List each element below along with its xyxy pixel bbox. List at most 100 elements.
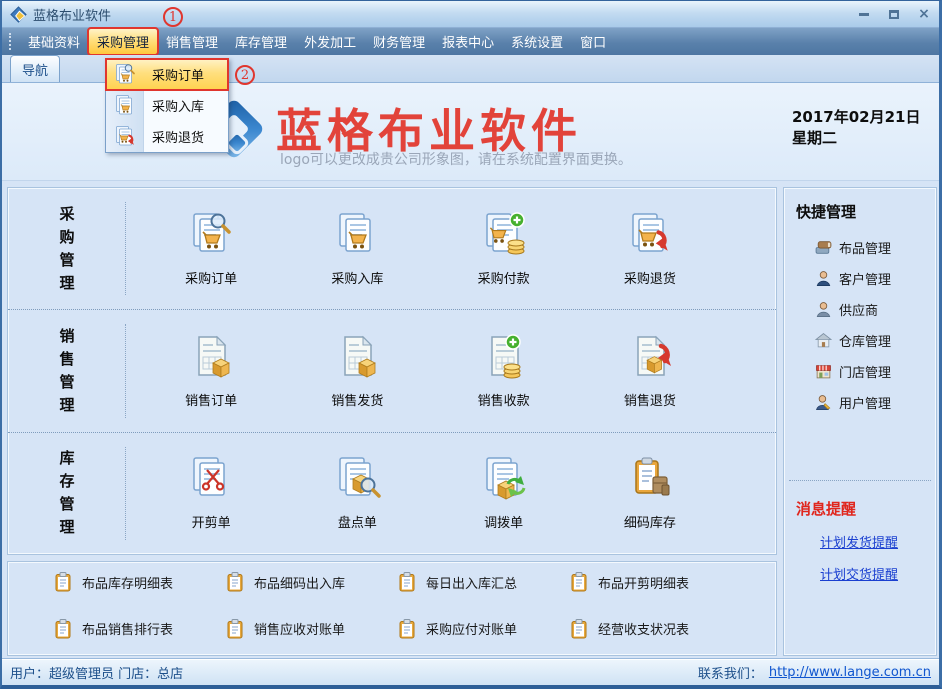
report-icon xyxy=(569,619,589,639)
report-item-label: 布品开剪明细表 xyxy=(598,573,689,592)
sales-return-item[interactable]: 销售退货 xyxy=(577,310,723,431)
cut-order-icon xyxy=(187,455,235,503)
warehouse-manage-item[interactable]: 仓库管理 xyxy=(784,325,936,356)
purchase-dropdown-menu: 采购订单采购入库采购退货 xyxy=(105,58,229,153)
section-items: 销售订单 销售发货销售收款 销售退货 xyxy=(138,310,723,431)
message-link-1[interactable]: 计划发货提醒 xyxy=(820,532,936,551)
menu-item-2[interactable]: 采购管理 xyxy=(89,29,157,54)
report-icon xyxy=(397,572,417,592)
minimize-button[interactable] xyxy=(857,7,871,21)
report-item-5[interactable]: 布品销售排行表 xyxy=(8,609,180,649)
purchase-inbound-icon xyxy=(333,211,381,259)
brand-subtitle: logo可以更改成贵公司形象图，请在系统配置界面更换。 xyxy=(280,149,632,169)
website-link[interactable]: http://www.lange.com.cn xyxy=(769,665,931,680)
report-item-label: 采购应付对账单 xyxy=(426,619,517,638)
tab-navigation[interactable]: 导航 xyxy=(10,55,60,82)
report-icon xyxy=(569,572,589,592)
sidebar-divider xyxy=(789,480,931,481)
customer-manage-item[interactable]: 客户管理 xyxy=(784,263,936,294)
section-title: 库存管理 xyxy=(58,447,76,539)
message-link-2[interactable]: 计划交货提醒 xyxy=(820,564,936,583)
quick-manage-title: 快捷管理 xyxy=(796,201,936,222)
user-manage-item[interactable]: 用户管理 xyxy=(784,387,936,418)
dropdown-item-3[interactable]: 采购退货 xyxy=(106,121,228,152)
menu-item-5[interactable]: 外发加工 xyxy=(296,29,364,54)
transfer-item[interactable]: 调拨单 xyxy=(431,433,577,554)
annotation-step-2: 2 xyxy=(235,65,255,85)
report-item-2[interactable]: 布品细码出入库 xyxy=(180,562,352,602)
report-item-8[interactable]: 经营收支状况表 xyxy=(524,609,696,649)
sales-return-icon xyxy=(626,333,674,381)
app-window: 蓝格布业软件 × 基础资料采购管理销售管理库存管理外发加工财务管理报表中心系统设… xyxy=(0,0,942,689)
grid-item-label: 采购付款 xyxy=(478,268,530,287)
supplier-icon xyxy=(815,301,832,318)
date-display: 2017年02月21日 星期二 xyxy=(792,107,921,149)
fabric-manage-item[interactable]: 布品管理 xyxy=(784,232,936,263)
menu-item-3[interactable]: 销售管理 xyxy=(158,29,226,54)
grid-item-label: 采购订单 xyxy=(185,268,237,287)
status-bar: 用户：超级管理员 门店：总店 联系我们： http://www.lange.co… xyxy=(2,658,939,685)
report-item-label: 布品销售排行表 xyxy=(82,619,173,638)
menu-item-4[interactable]: 库存管理 xyxy=(227,29,295,54)
user-icon xyxy=(815,394,832,411)
window-controls: × xyxy=(857,7,931,21)
report-icon xyxy=(53,572,73,592)
close-button[interactable]: × xyxy=(917,7,931,21)
cut-order-item[interactable]: 开剪单 xyxy=(138,433,284,554)
menu-item-8[interactable]: 系统设置 xyxy=(503,29,571,54)
report-item-3[interactable]: 每日出入库汇总 xyxy=(352,562,524,602)
purchase-return-item[interactable]: 采购退货 xyxy=(577,188,723,309)
supplier-manage-item[interactable]: 供应商 xyxy=(784,294,936,325)
grid-item-label: 销售收款 xyxy=(478,390,530,409)
stocktake-item[interactable]: 盘点单 xyxy=(284,433,430,554)
dropdown-item-label: 采购退货 xyxy=(144,127,204,146)
maximize-button[interactable] xyxy=(887,7,901,21)
report-item-4[interactable]: 布品开剪明细表 xyxy=(524,562,696,602)
message-links: 计划发货提醒计划交货提醒 xyxy=(784,532,936,583)
dropdown-item-label: 采购入库 xyxy=(144,96,204,115)
grid-item-label: 采购入库 xyxy=(331,268,383,287)
sales-order-item[interactable]: 销售订单 xyxy=(138,310,284,431)
section-title: 销售管理 xyxy=(58,325,76,417)
report-icon xyxy=(225,572,245,592)
grid-item-label: 盘点单 xyxy=(338,512,377,531)
sales-delivery-item[interactable]: 销售发货 xyxy=(284,310,430,431)
title-bar: 蓝格布业软件 × xyxy=(2,1,939,28)
section-label-column: 销售管理 xyxy=(8,310,126,431)
detail-stock-item[interactable]: 细码库存 xyxy=(577,433,723,554)
menu-item-1[interactable]: 基础资料 xyxy=(20,29,88,54)
menu-item-9[interactable]: 窗口 xyxy=(572,29,614,54)
quick-manage-list: 布品管理客户管理供应商仓库管理门店管理用户管理 xyxy=(784,232,936,418)
warehouse-icon xyxy=(815,332,832,349)
report-item-6[interactable]: 销售应收对账单 xyxy=(180,609,352,649)
grid-item-label: 销售订单 xyxy=(185,390,237,409)
quick-item-label: 客户管理 xyxy=(839,269,891,288)
menu-grip-handle[interactable] xyxy=(9,33,15,50)
sales-receipt-icon xyxy=(480,333,528,381)
menu-item-7[interactable]: 报表中心 xyxy=(434,29,502,54)
dropdown-item-1[interactable]: 采购订单 xyxy=(106,59,228,90)
purchase-order-item[interactable]: 采购订单 xyxy=(138,188,284,309)
quick-item-label: 供应商 xyxy=(839,300,878,319)
purchase-inbound-item[interactable]: 采购入库 xyxy=(284,188,430,309)
dropdown-icon-cell xyxy=(106,59,144,90)
purchase-payment-item[interactable]: 采购付款 xyxy=(431,188,577,309)
report-item-7[interactable]: 采购应付对账单 xyxy=(352,609,524,649)
purchase-return-icon xyxy=(626,211,674,259)
section-items: 开剪单 盘点单 调拨单细码库存 xyxy=(138,433,723,554)
grid-item-label: 开剪单 xyxy=(192,512,231,531)
section-row-3: 库存管理开剪单 盘点单 调拨单细码库存 xyxy=(8,432,776,554)
quick-item-label: 仓库管理 xyxy=(839,331,891,350)
store-manage-item[interactable]: 门店管理 xyxy=(784,356,936,387)
dropdown-icon-cell xyxy=(106,90,144,121)
menu-item-6[interactable]: 财务管理 xyxy=(365,29,433,54)
window-title: 蓝格布业软件 xyxy=(33,5,111,24)
report-item-1[interactable]: 布品库存明细表 xyxy=(8,562,180,602)
stocktake-icon xyxy=(333,455,381,503)
quick-item-label: 门店管理 xyxy=(839,362,891,381)
report-icon xyxy=(225,619,245,639)
reports-panel: 布品库存明细表布品细码出入库每日出入库汇总 布品开剪明细表布品销售排行表销售应收对… xyxy=(7,561,777,656)
quick-item-label: 用户管理 xyxy=(839,393,891,412)
dropdown-item-2[interactable]: 采购入库 xyxy=(106,90,228,121)
sales-receipt-item[interactable]: 销售收款 xyxy=(431,310,577,431)
